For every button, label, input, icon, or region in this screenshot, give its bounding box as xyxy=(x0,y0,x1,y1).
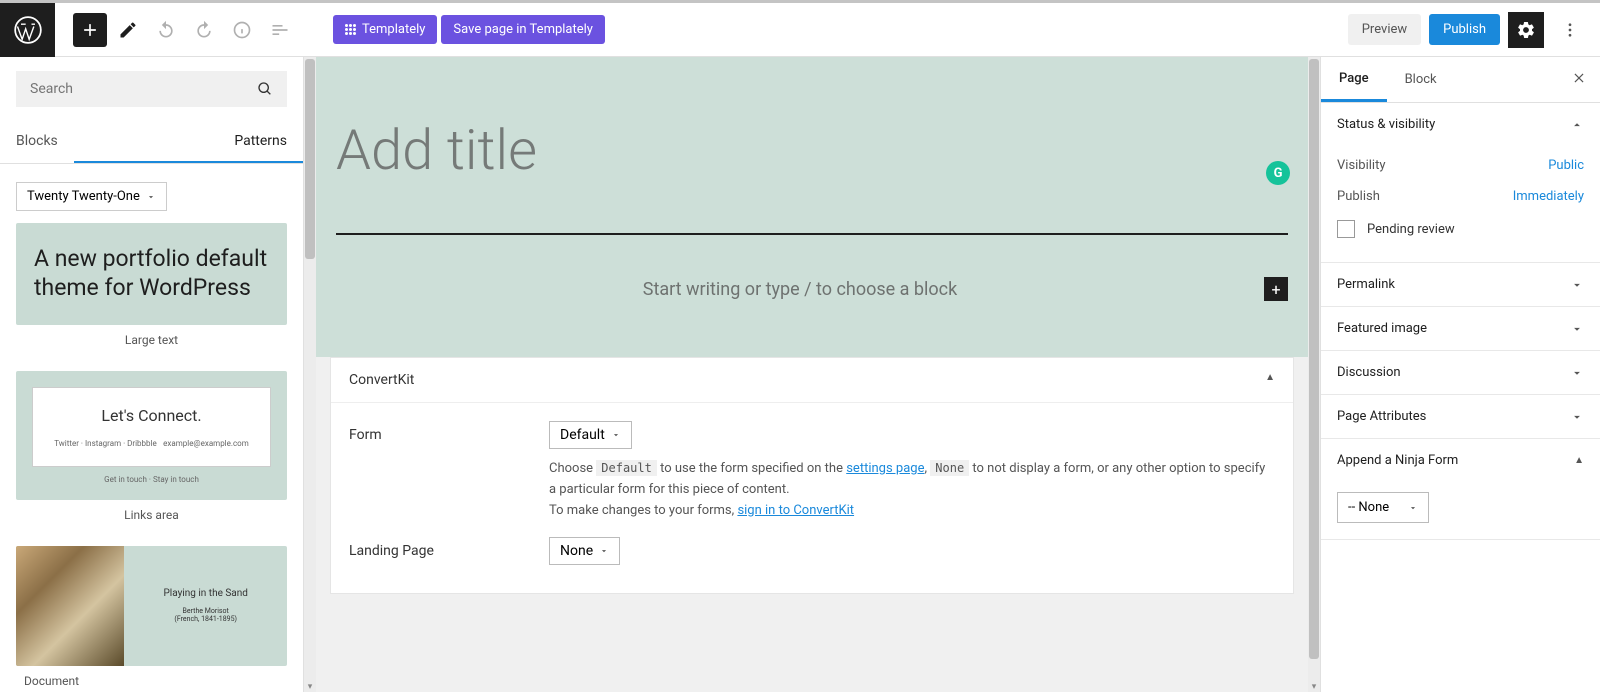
publish-label: Publish xyxy=(1337,189,1380,204)
block-inserter: Blocks Patterns Twenty Twenty-One A new … xyxy=(0,57,304,692)
pattern-media-text[interactable]: Playing in the Sand Berthe Morisot (Fren… xyxy=(16,546,287,666)
caret-up-icon: ▲ xyxy=(1574,455,1584,466)
close-settings-icon[interactable] xyxy=(1558,70,1600,89)
panel-ninja-form[interactable]: Append a Ninja Form▲ xyxy=(1321,439,1600,482)
chevron-up-icon xyxy=(1570,118,1584,132)
edit-icon[interactable] xyxy=(111,13,145,47)
signin-convertkit-link[interactable]: sign in to ConvertKit xyxy=(737,503,854,518)
settings-page-link[interactable]: settings page xyxy=(846,461,924,476)
undo-icon[interactable] xyxy=(149,13,183,47)
chevron-down-icon xyxy=(599,546,609,556)
search-input[interactable] xyxy=(16,71,287,107)
tab-page[interactable]: Page xyxy=(1321,57,1387,102)
top-toolbar: Templately Save page in Templately Previ… xyxy=(0,3,1600,57)
pattern-large-text[interactable]: A new portfolio default theme for WordPr… xyxy=(16,223,287,361)
add-block-inline[interactable]: + xyxy=(1264,277,1288,301)
pattern-links-area[interactable]: Let's Connect. Twitter · Instagram · Dri… xyxy=(16,371,287,536)
ninja-form-select[interactable]: -- None xyxy=(1337,492,1429,523)
chevron-down-icon xyxy=(146,192,156,202)
tab-blocks[interactable]: Blocks xyxy=(0,121,74,163)
caret-up-icon: ▲ xyxy=(1265,372,1275,388)
convertkit-toggle[interactable]: ConvertKit ▲ xyxy=(331,358,1293,403)
visibility-value[interactable]: Public xyxy=(1548,158,1584,173)
landing-select[interactable]: None xyxy=(549,537,620,565)
settings-button[interactable] xyxy=(1508,12,1544,48)
save-templately-button[interactable]: Save page in Templately xyxy=(441,15,605,44)
chevron-down-icon xyxy=(1570,366,1584,380)
form-label: Form xyxy=(349,421,549,521)
pending-review-label: Pending review xyxy=(1367,222,1455,237)
post-title-input[interactable]: Add title G xyxy=(316,117,1308,233)
tab-block[interactable]: Block xyxy=(1387,57,1455,102)
block-prompt[interactable]: Start writing or type / to choose a bloc… xyxy=(336,279,1264,300)
panel-permalink[interactable]: Permalink xyxy=(1321,263,1600,306)
chevron-down-icon xyxy=(1570,278,1584,292)
outline-icon[interactable] xyxy=(263,13,297,47)
scrollbar[interactable]: ▴▾ xyxy=(1308,57,1320,692)
theme-dropdown[interactable]: Twenty Twenty-One xyxy=(16,182,167,211)
templately-icon xyxy=(345,24,356,35)
form-select[interactable]: Default xyxy=(549,421,632,449)
document-label: Document xyxy=(24,674,79,688)
chevron-down-icon xyxy=(1570,410,1584,424)
preview-button[interactable]: Preview xyxy=(1348,14,1421,45)
more-menu-icon[interactable] xyxy=(1552,12,1588,48)
wordpress-logo[interactable] xyxy=(0,3,55,57)
templately-button[interactable]: Templately xyxy=(333,15,437,44)
pending-review-checkbox[interactable] xyxy=(1337,220,1355,238)
redo-icon[interactable] xyxy=(187,13,221,47)
panel-status[interactable]: Status & visibility xyxy=(1321,103,1600,146)
panel-featured-image[interactable]: Featured image xyxy=(1321,307,1600,350)
publish-button[interactable]: Publish xyxy=(1429,14,1500,45)
panel-page-attributes[interactable]: Page Attributes xyxy=(1321,395,1600,438)
scrollbar[interactable]: ▴▾ xyxy=(304,57,316,692)
chevron-down-icon xyxy=(1570,322,1584,336)
search-icon xyxy=(257,81,273,97)
chevron-down-icon xyxy=(611,430,621,440)
convertkit-metabox: ConvertKit ▲ Form Default Choose Default… xyxy=(330,357,1294,594)
settings-sidebar: Page Block Status & visibility Visibilit… xyxy=(1320,57,1600,692)
info-icon[interactable] xyxy=(225,13,259,47)
panel-discussion[interactable]: Discussion xyxy=(1321,351,1600,394)
tab-patterns[interactable]: Patterns xyxy=(218,121,303,163)
landing-label: Landing Page xyxy=(349,537,549,575)
chevron-down-icon xyxy=(1408,503,1418,513)
add-block-button[interactable] xyxy=(73,13,107,47)
visibility-label: Visibility xyxy=(1337,158,1386,173)
publish-value[interactable]: Immediately xyxy=(1513,189,1584,204)
grammarly-icon[interactable]: G xyxy=(1266,161,1290,185)
